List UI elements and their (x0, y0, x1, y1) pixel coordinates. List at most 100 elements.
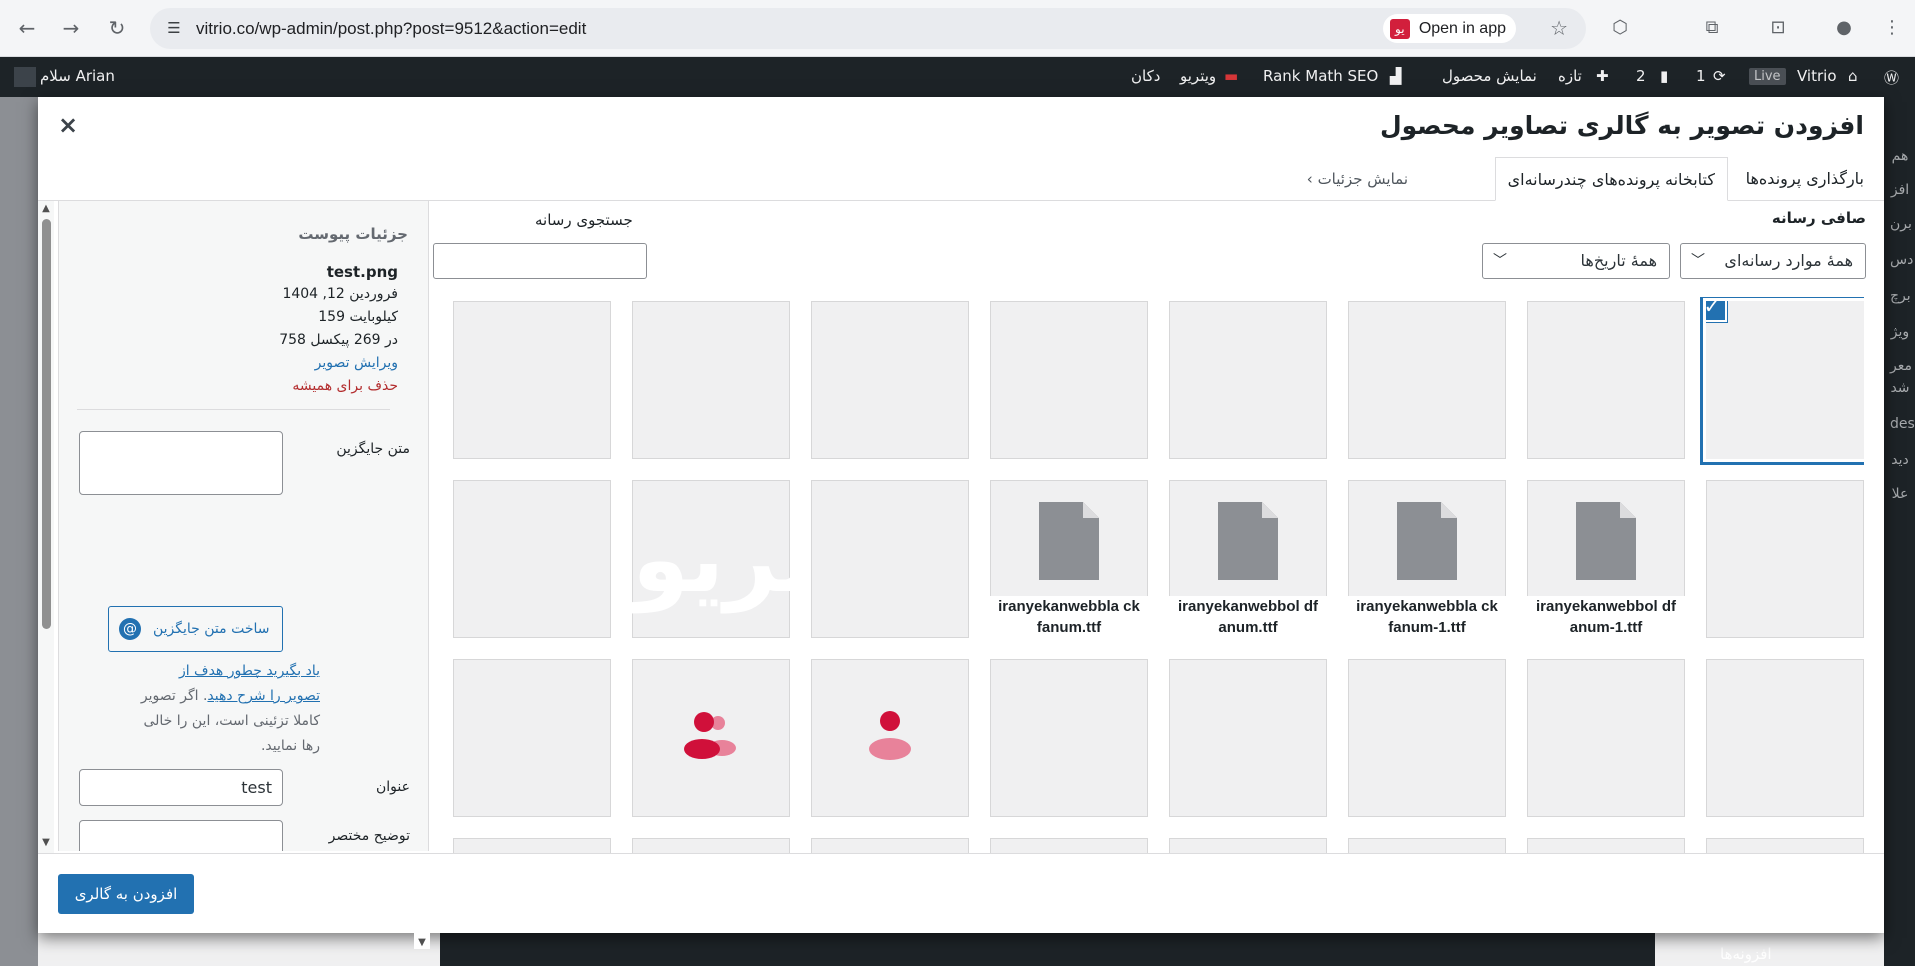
media-item[interactable] (1527, 659, 1685, 817)
add-to-gallery-button[interactable]: افزودن به گالری (58, 874, 194, 914)
wordpress-logo-icon[interactable]: Ⓦ (1884, 67, 1899, 88)
media-item[interactable] (453, 659, 611, 817)
media-item[interactable] (811, 301, 969, 459)
admin-menu-item: علا (1891, 486, 1909, 502)
reload-icon[interactable]: ↻ (104, 15, 130, 41)
address-bar[interactable]: ☰ vitrio.co/wp-admin/post.php?post=9512&… (150, 8, 1586, 49)
admin-menu-item: برچ (1890, 288, 1911, 304)
filter-type-select[interactable]: ﹀ همهٔ موارد رسانه‌ای (1680, 243, 1866, 279)
modal-footer: افزودن به گالری (38, 853, 1884, 933)
media-item-avatar[interactable] (811, 659, 969, 817)
browser-menu-icon[interactable]: ⋮ (1880, 16, 1904, 40)
site-info-icon[interactable]: ☰ (164, 18, 184, 38)
back-icon[interactable]: ← (14, 15, 40, 41)
filter-type-value: همهٔ موارد رسانه‌ای (1724, 251, 1853, 270)
search-input[interactable] (433, 243, 647, 279)
alt-text-field[interactable] (79, 431, 283, 495)
view-product-link[interactable]: نمایش محصول (1442, 67, 1537, 85)
user-avatar[interactable] (14, 67, 36, 87)
media-item-file[interactable]: iranyekanwebbla ckfanum-1.ttf (1348, 480, 1506, 638)
admin-background-left (0, 97, 38, 966)
home-icon[interactable]: ⌂ (1848, 67, 1858, 85)
media-item-selected[interactable]: ✓ (1706, 301, 1864, 459)
updates-count[interactable]: 1 (1696, 67, 1706, 85)
media-item-watermark[interactable]: تریو (632, 480, 790, 638)
scroll-down-icon[interactable]: ▼ (416, 937, 428, 949)
screenshot-icon[interactable]: ⊡ (1766, 16, 1790, 40)
scroll-thumb[interactable] (42, 219, 51, 629)
media-item[interactable] (1348, 659, 1506, 817)
title-label: عنوان (376, 779, 410, 795)
forward-icon[interactable]: → (58, 15, 84, 41)
media-item[interactable] (453, 480, 611, 638)
scroll-up-icon[interactable]: ▲ (40, 203, 52, 215)
new-content-link[interactable]: تازه (1558, 67, 1582, 85)
user-greeting[interactable]: سلام Arian (40, 67, 115, 85)
wp-admin-bar: Ⓦ ⌂ Vitrio Live ⟳ 1 ▮ 2 ✚ تازه نمایش محص… (0, 57, 1915, 97)
vitrio-link[interactable]: ویتریو (1180, 67, 1216, 85)
new-icon[interactable]: ✚ (1596, 67, 1609, 85)
media-item[interactable] (1527, 301, 1685, 459)
admin-menu-item: معر (1890, 358, 1912, 374)
admin-background-bottom (440, 933, 1655, 966)
generate-alt-text-button[interactable]: @ ساخت متن جایگزین (108, 606, 283, 652)
media-item[interactable] (1169, 301, 1327, 459)
tab-library[interactable]: کتابخانه پرونده‌های چندرسانه‌ای (1494, 157, 1728, 201)
comments-icon[interactable]: ▮ (1660, 67, 1668, 85)
extensions-puzzle-icon[interactable]: ⧉ (1700, 16, 1724, 40)
close-icon[interactable]: × (56, 113, 80, 137)
url-text[interactable]: vitrio.co/wp-admin/post.php?post=9512&ac… (196, 19, 586, 39)
file-name: iranyekanwebbla ckfanum-1.ttf (1348, 596, 1506, 638)
delete-permanently-link[interactable]: حذف برای همیشه (292, 378, 398, 394)
tab-upload[interactable]: بارگذاری پرونده‌ها (1734, 157, 1876, 201)
media-item[interactable] (1706, 659, 1864, 817)
profile-avatar-icon[interactable]: ● (1832, 16, 1856, 40)
media-item[interactable] (1169, 659, 1327, 817)
media-item[interactable] (990, 301, 1148, 459)
comments-count[interactable]: 2 (1636, 67, 1646, 85)
media-item-file[interactable]: iranyekanwebbol dfanum-1.ttf (1527, 480, 1685, 638)
file-name: iranyekanwebbol dfanum.ttf (1169, 596, 1327, 638)
divider (77, 409, 390, 410)
media-item-file[interactable]: iranyekanwebbol dfanum.ttf (1169, 480, 1327, 638)
admin-menu-item: دید (1891, 452, 1909, 468)
chevron-down-icon: ﹀ (1493, 253, 1507, 269)
edit-image-link[interactable]: ویرایش تصویر (315, 355, 398, 371)
open-in-app-label: Open in app (1418, 20, 1506, 37)
shop-link[interactable]: دکان (1131, 67, 1160, 85)
rank-math-link[interactable]: Rank Math SEO (1263, 67, 1378, 85)
rank-math-icon[interactable]: ▟ (1390, 67, 1402, 85)
media-grid: ✓ iranyekanwebbol dfanum-1.ttf iranyekan… (418, 297, 1864, 933)
sidebar-scrollbar[interactable]: ▲ ▼ (38, 201, 54, 853)
alt-text-label: متن جایگزین (336, 441, 410, 457)
admin-menu-item: افز (1890, 182, 1910, 198)
filter-date-select[interactable]: ﹀ همهٔ تاریخ‌ها (1482, 243, 1670, 279)
site-name-link[interactable]: Vitrio (1797, 67, 1837, 85)
media-item[interactable] (1706, 480, 1864, 638)
media-item[interactable] (990, 659, 1148, 817)
media-item[interactable] (632, 301, 790, 459)
media-item[interactable] (453, 301, 611, 459)
caption-field[interactable] (79, 820, 283, 851)
updates-icon[interactable]: ⟳ (1713, 67, 1726, 85)
attachment-details-sidebar: جزئیات پیوست test.png فروردین 12, 1404 1… (58, 201, 429, 851)
media-tabs: بارگذاری پرونده‌ها کتابخانه پرونده‌های چ… (38, 157, 1884, 201)
checkmark-icon[interactable]: ✓ (1706, 301, 1727, 322)
extension-icon[interactable]: ⬡ (1608, 16, 1632, 40)
admin-menu-item: شد (1890, 380, 1910, 396)
title-field[interactable]: test (79, 769, 283, 806)
bookmark-star-icon[interactable]: ☆ (1550, 16, 1568, 40)
media-item-file[interactable]: iranyekanwebbla ckfanum.ttf (990, 480, 1148, 638)
attachment-details-heading: جزئیات پیوست (298, 225, 408, 243)
user-avatar-icon (869, 711, 911, 760)
attachment-date: فروردین 12, 1404 (282, 286, 398, 302)
attachment-dimensions: 758 در 269 پیکسل (279, 332, 398, 348)
admin-menu-item: دس (1890, 252, 1914, 268)
media-item[interactable] (811, 480, 969, 638)
open-in-app-button[interactable]: یو Open in app (1382, 14, 1516, 43)
media-filter-label: صافی رسانه (1771, 209, 1866, 227)
media-item-avatar-group[interactable] (632, 659, 790, 817)
media-item[interactable] (1348, 301, 1506, 459)
scroll-down-icon[interactable]: ▼ (40, 837, 52, 849)
show-details-toggle[interactable]: ‹ نمایش جزئیات (1307, 157, 1408, 201)
